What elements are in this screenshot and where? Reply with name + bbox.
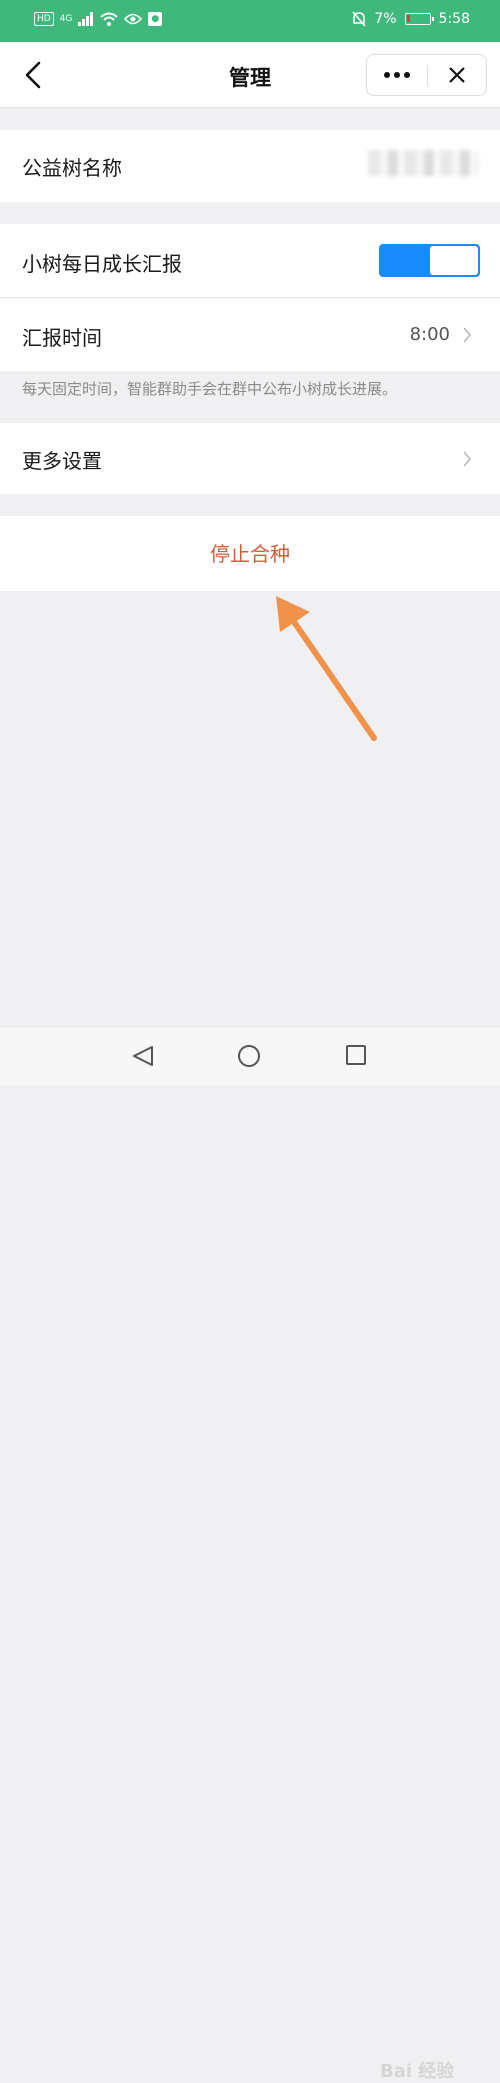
system-nav-bar: Bai 经验 xyxy=(0,1026,500,2082)
menu-capsule xyxy=(366,54,487,96)
more-settings-row[interactable]: 更多设置 xyxy=(0,423,500,494)
battery-icon xyxy=(404,13,434,25)
report-hint: 每天固定时间，智能群助手会在群中公布小树成长进展。 xyxy=(22,380,398,398)
signal-icon xyxy=(78,12,94,26)
daily-report-label: 小树每日成长汇报 xyxy=(22,252,182,276)
tree-name-label: 公益树名称 xyxy=(22,156,122,180)
more-dots-icon xyxy=(384,72,410,78)
network-label: 4G xyxy=(59,14,73,24)
battery-percent: 7% xyxy=(374,11,397,27)
nav-back-icon[interactable] xyxy=(132,1045,154,1067)
report-time-row[interactable]: 汇报时间 8:00 xyxy=(0,298,500,371)
daily-report-switch[interactable] xyxy=(379,244,480,277)
wifi-icon xyxy=(100,12,119,26)
close-icon xyxy=(449,67,465,83)
status-left-icons: HD 4G ● xyxy=(34,12,163,26)
tree-name-value-blurred xyxy=(368,150,478,176)
close-button[interactable] xyxy=(428,55,486,95)
nav-recent-icon[interactable] xyxy=(346,1045,366,1065)
stop-cotree-label: 停止合种 xyxy=(210,542,290,566)
more-settings-label: 更多设置 xyxy=(22,449,102,473)
nav-bar: 管理 xyxy=(0,42,500,108)
more-button[interactable] xyxy=(367,55,427,95)
chevron-right-icon xyxy=(463,327,472,343)
hd-badge: HD xyxy=(34,12,54,26)
report-time-label: 汇报时间 xyxy=(22,326,102,350)
report-time-value: 8:00 xyxy=(409,324,450,345)
status-time: 5:58 xyxy=(438,11,470,27)
chevron-right-icon xyxy=(463,451,472,467)
mute-bell-icon xyxy=(352,11,366,27)
nav-home-icon[interactable] xyxy=(238,1045,260,1067)
watermark: Bai 经验 xyxy=(380,2061,455,2082)
annotation-arrow-icon xyxy=(276,596,377,741)
eye-comfort-icon xyxy=(124,13,143,25)
status-right-icons: 7% 5:58 xyxy=(352,11,470,27)
app-notification-icon: ● xyxy=(148,12,163,26)
status-bar: HD 4G ● 7% 5:58 xyxy=(0,0,500,42)
